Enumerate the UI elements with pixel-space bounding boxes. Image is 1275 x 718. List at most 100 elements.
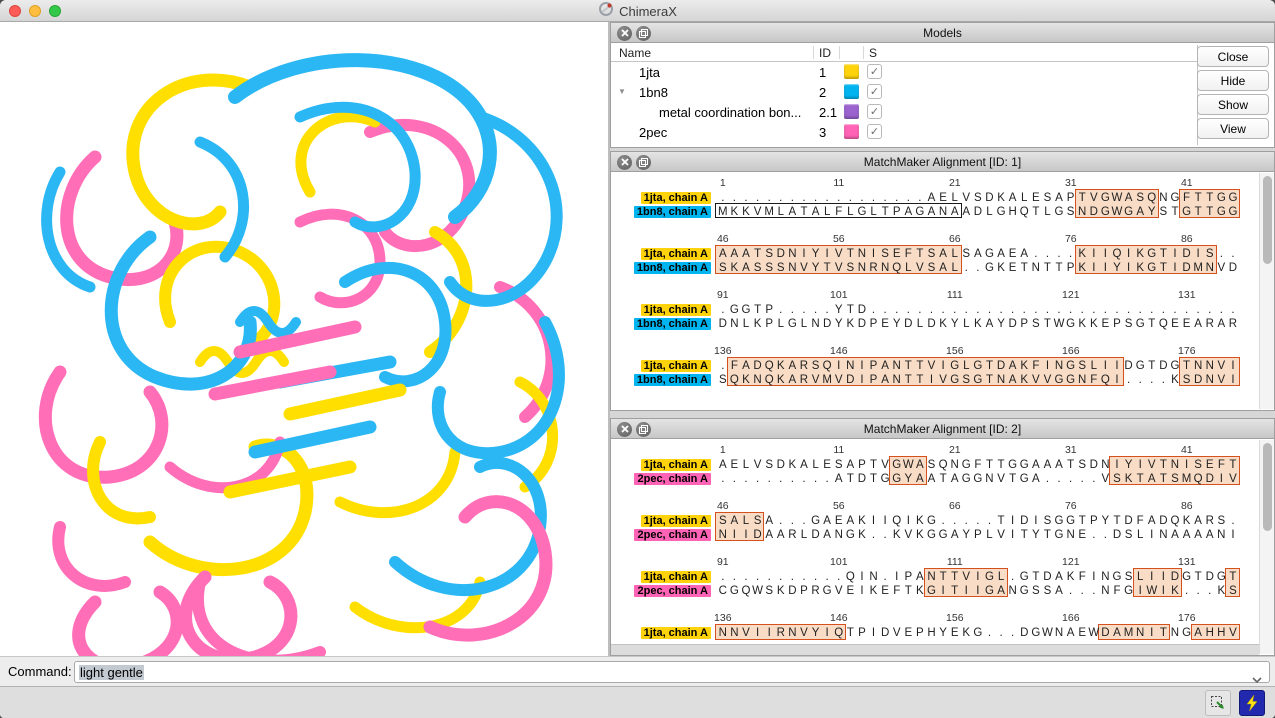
sequence-row-label: 1jta, chain A — [641, 459, 711, 471]
sequence-text: CGQWSKDPRGVEIKEFTKGITIIGANGSSA...NFGIWIK… — [717, 583, 1239, 597]
model-color-swatch[interactable] — [844, 124, 859, 139]
ruler-tick: 121 — [1062, 556, 1080, 568]
ruler-tick: 146 — [830, 612, 848, 624]
sequence-ruler: 111213141 — [613, 177, 1274, 190]
sequence-block: 911011111211311jta, chain A.GGTP.....YTD… — [613, 289, 1274, 329]
sequence-row: 2pec, chain A..........ATDTGGYAATAGGNVTG… — [613, 471, 1274, 485]
ruler-tick: 166 — [1062, 612, 1080, 624]
sequence-row-label: 2pec, chain A — [634, 529, 711, 541]
ruler-tick: 66 — [949, 500, 961, 512]
titlebar: ChimeraX — [0, 0, 1275, 22]
alignment-2-title: MatchMaker Alignment [ID: 2] — [611, 419, 1274, 439]
column-header-name[interactable]: Name — [619, 46, 651, 60]
protein-ribbon-rendering — [0, 22, 608, 656]
model-name: metal coordination bon... — [659, 105, 801, 120]
chimerax-app-icon — [598, 1, 614, 22]
model-name: 1jta — [639, 65, 660, 80]
ruler-tick: 136 — [714, 345, 732, 357]
ruler-tick: 76 — [1065, 233, 1077, 245]
show-model-button[interactable]: Show — [1197, 94, 1269, 115]
alignment-panel-1-header: MatchMaker Alignment [ID: 1] — [611, 152, 1274, 172]
sequence-text: NNVIIRNVYIQTPIDVEPHYEKG...DGWNAEWDAMNITN… — [717, 625, 1239, 639]
ruler-tick: 86 — [1181, 233, 1193, 245]
sequence-row: 1jta, chain A.FADQKARSQINIPANTTVIGLGTDAK… — [613, 358, 1274, 372]
sequence-row: 1jta, chain A..................AELVSDKAL… — [613, 190, 1274, 204]
ruler-tick: 41 — [1181, 177, 1193, 189]
alignment-panel-2: MatchMaker Alignment [ID: 2] 111 21 31 41 1j… — [610, 418, 1275, 656]
ruler-tick: 131 — [1178, 289, 1196, 301]
model-shown-checkbox[interactable]: ✓ — [867, 104, 882, 119]
sequence-block: 46566676861jta, chain AAAATSDNIYIVTNISEF… — [613, 233, 1274, 273]
ruler-tick: 21 — [949, 177, 961, 189]
sequence-row-label: 1jta, chain A — [641, 304, 711, 316]
view-model-button[interactable]: View — [1197, 118, 1269, 139]
scrollbar[interactable] — [1259, 440, 1274, 654]
model-shown-checkbox[interactable]: ✓ — [867, 64, 882, 79]
ruler-tick: 21 — [949, 444, 961, 456]
alignment-panel-2-header: MatchMaker Alignment [ID: 2] — [611, 419, 1274, 439]
hide-model-button[interactable]: Hide — [1197, 70, 1269, 91]
models-table-header: Name ID S — [611, 45, 1197, 62]
expander-triangle-icon[interactable]: ▼ — [618, 88, 626, 96]
scrollbar-thumb[interactable] — [1263, 176, 1272, 264]
scrollbar[interactable] — [1259, 173, 1274, 409]
lightning-icon — [1244, 694, 1260, 712]
ruler-tick: 56 — [833, 500, 845, 512]
3d-viewport[interactable] — [0, 22, 608, 656]
model-row[interactable]: ▼1bn82✓ — [611, 82, 1197, 102]
sequence-row: 1jta, chain A.GGTP.....YTD..............… — [613, 302, 1274, 316]
model-row[interactable]: metal coordination bon... 2.1 ✓ — [611, 102, 1197, 122]
ruler-tick: 41 — [1181, 444, 1193, 456]
ruler-tick: 176 — [1178, 345, 1196, 357]
column-header-id[interactable]: ID — [819, 46, 831, 60]
model-shown-checkbox[interactable]: ✓ — [867, 124, 882, 139]
sequence-text: AELVSDKALESAPTVGWASQNGFTTGGAAATSDNIYIVTN… — [717, 457, 1239, 471]
model-id: 2.1 — [819, 105, 837, 120]
sequence-text: ..........ATDTGGYAATAGGNVTGA.....VSKTATS… — [717, 471, 1239, 485]
command-input-value: light gentle — [79, 665, 144, 680]
model-row[interactable]: 2pec3✓ — [611, 122, 1197, 142]
ruler-tick: 31 — [1065, 444, 1077, 456]
ruler-tick: 111 — [947, 289, 963, 301]
model-name: 2pec — [639, 125, 667, 140]
model-color-swatch[interactable] — [844, 84, 859, 99]
sequence-text: AAATSDNIYIVTNISEFTSALSAGAEA....KIIQIKGTI… — [717, 246, 1239, 260]
sequence-text: ..................AELVSDKALESAPTVGWASQNG… — [717, 190, 1239, 204]
ruler-tick: 131 — [1178, 556, 1196, 568]
chimerax-window: ChimeraX — [0, 0, 1275, 718]
alignment-1-title: MatchMaker Alignment [ID: 1] — [611, 152, 1274, 172]
command-label: Command: — [8, 664, 72, 679]
ruler-tick: 31 — [1065, 177, 1077, 189]
fast-mode-button[interactable] — [1239, 690, 1265, 716]
sequence-block: 1112131411jta, chain A..................… — [613, 177, 1274, 217]
scrollbar-thumb[interactable] — [1263, 443, 1272, 531]
sequence-row: 1bn8, chain ASKASSSNVYTVSNRNQLVSAL..GKET… — [613, 260, 1274, 274]
ruler-tick: 56 — [833, 233, 845, 245]
command-input[interactable]: light gentle — [74, 661, 1270, 683]
ruler-tick: 1 — [720, 444, 726, 456]
model-color-swatch[interactable] — [844, 64, 859, 79]
status-bar — [0, 686, 1275, 718]
ruler-tick: 111 — [947, 556, 963, 568]
sequence-text: .FADQKARSQINIPANTTVIGLGTDAKFINGSLIIDGTDG… — [717, 358, 1239, 372]
command-bar: Command: light gentle — [0, 656, 1275, 686]
models-panel-title: Models — [611, 23, 1274, 43]
sequence-text: SKASSSNVYTVSNRNQLVSAL..GKETNTTPKIIYIKGTI… — [717, 260, 1239, 274]
selection-mode-button[interactable] — [1205, 690, 1231, 716]
sequence-text: SQKNQKARVMVDIPANTTIVGSGTNAKVVGGNFQI....K… — [717, 372, 1239, 386]
alignment-panel-1: MatchMaker Alignment [ID: 1] 1112131411j… — [610, 151, 1275, 411]
model-color-swatch[interactable] — [844, 104, 859, 119]
sequence-ruler: 136146156166176 — [613, 612, 1274, 625]
model-name: 1bn8 — [639, 85, 668, 100]
column-header-shown[interactable]: S — [869, 46, 877, 60]
model-shown-checkbox[interactable]: ✓ — [867, 84, 882, 99]
sequence-row: 1jta, chain ASALSA...GAEAKIIQIKG.....TID… — [613, 513, 1274, 527]
close-model-button[interactable]: Close — [1197, 46, 1269, 67]
sequence-block: 1361461561661761jta, chain A.FADQKARSQIN… — [613, 345, 1274, 385]
model-row[interactable]: 1jta1✓ — [611, 62, 1197, 82]
sequence-row: 1jta, chain AAAATSDNIYIVTNISEFTSALSAGAEA… — [613, 246, 1274, 260]
ruler-tick: 46 — [717, 233, 729, 245]
sequence-text: MKKVMLATALFLGLTPAGANAADLGHQTLGSNDGWGAYST… — [717, 204, 1239, 218]
ruler-tick: 166 — [1062, 345, 1080, 357]
sequence-text: NIIDAARLDANGK..KVKGGAYPLVITYTGNE..DSLINA… — [717, 527, 1239, 541]
